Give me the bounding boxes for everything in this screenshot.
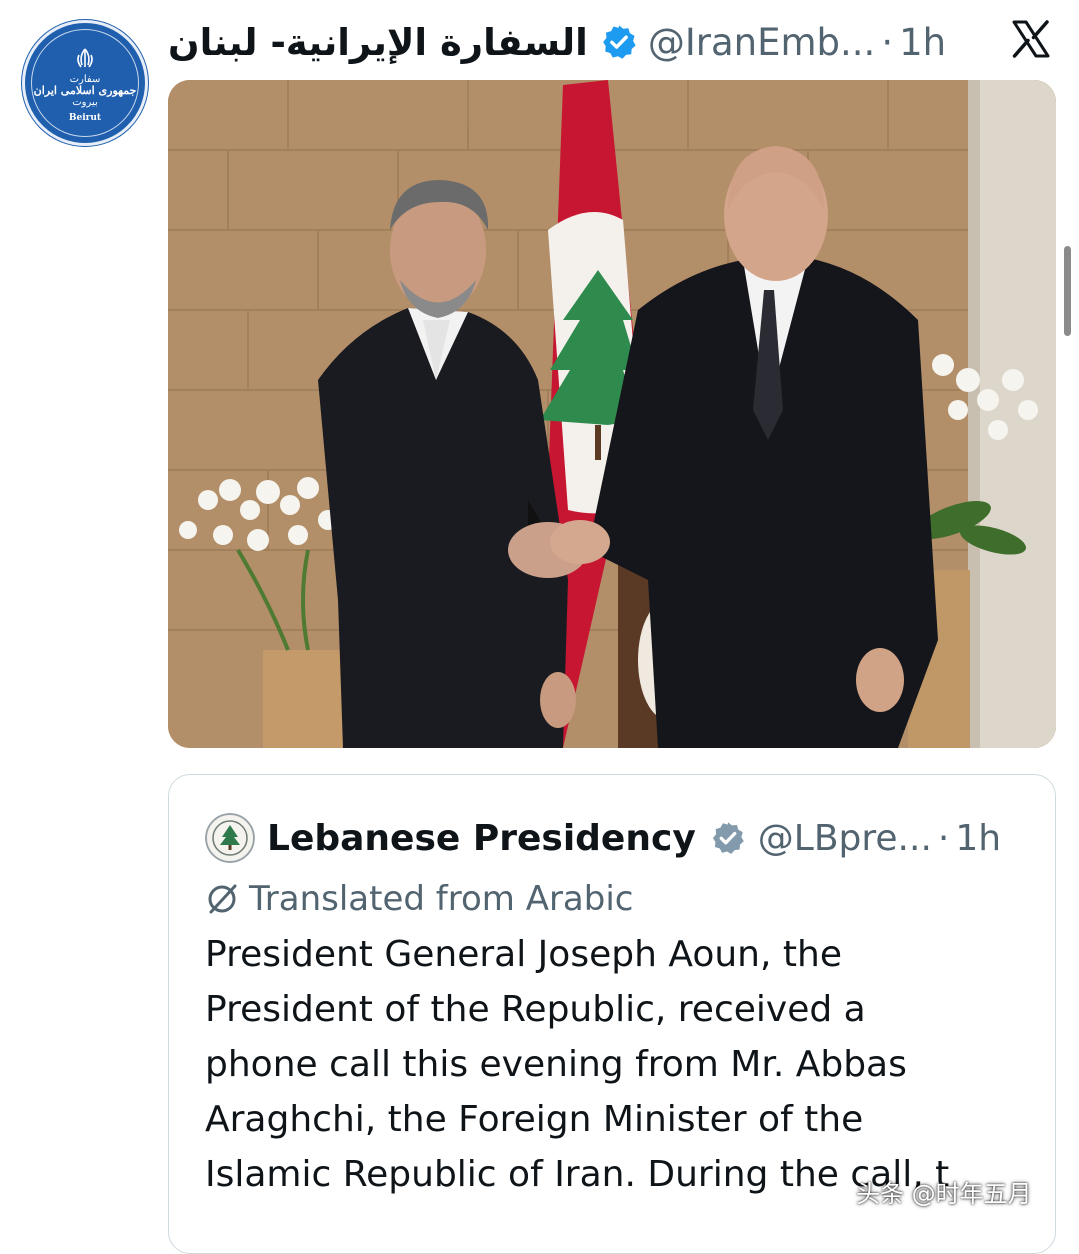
author-display-name[interactable]: السفارة الإيرانية- لبنان [168,21,588,64]
quoted-author-handle[interactable]: @LBpre... [758,818,932,859]
avatar-ring [31,29,139,137]
quoted-separator-dot: · [937,817,950,859]
translated-label[interactable]: Translated from Arabic [205,875,634,923]
post-photo[interactable] [168,80,1056,748]
separator-dot: · [881,20,894,64]
post-timestamp[interactable]: 1h [899,21,946,64]
x-logo-icon[interactable] [1010,18,1052,60]
embassy-avatar[interactable]: سفارت جمهوری اسلامی ایران بیروت Beirut [22,20,148,146]
quoted-text-line: President of the Republic, received a [205,989,866,1030]
lebanese-presidency-avatar-icon[interactable] [205,813,255,863]
quoted-text-line: phone call this evening from Mr. Abbas [205,1044,907,1085]
quoted-text-line: Araghchi, the Foreign Minister of the [205,1099,864,1140]
source-watermark: 头条 @时年五月 [856,1180,1032,1208]
quoted-timestamp[interactable]: 1h [955,818,1001,859]
quoted-post-header: Lebanese Presidency @LBpre... · 1h [205,811,1001,865]
photo-illustration [168,80,1056,748]
quoted-post-body: President General Joseph Aoun, the Presi… [205,927,1005,1202]
translated-label-text: Translated from Arabic [249,879,634,919]
post-header: السفارة الإيرانية- لبنان @IranEmb... · 1… [168,14,946,70]
scrollbar-thumb[interactable] [1064,246,1071,336]
verified-badge-icon [603,25,636,59]
gray-verified-badge-icon [712,822,744,854]
translate-globe-icon [208,884,237,914]
author-handle[interactable]: @IranEmb... [648,21,875,64]
quoted-text-line: President General Joseph Aoun, the [205,934,842,975]
quoted-author-name[interactable]: Lebanese Presidency [267,818,696,859]
